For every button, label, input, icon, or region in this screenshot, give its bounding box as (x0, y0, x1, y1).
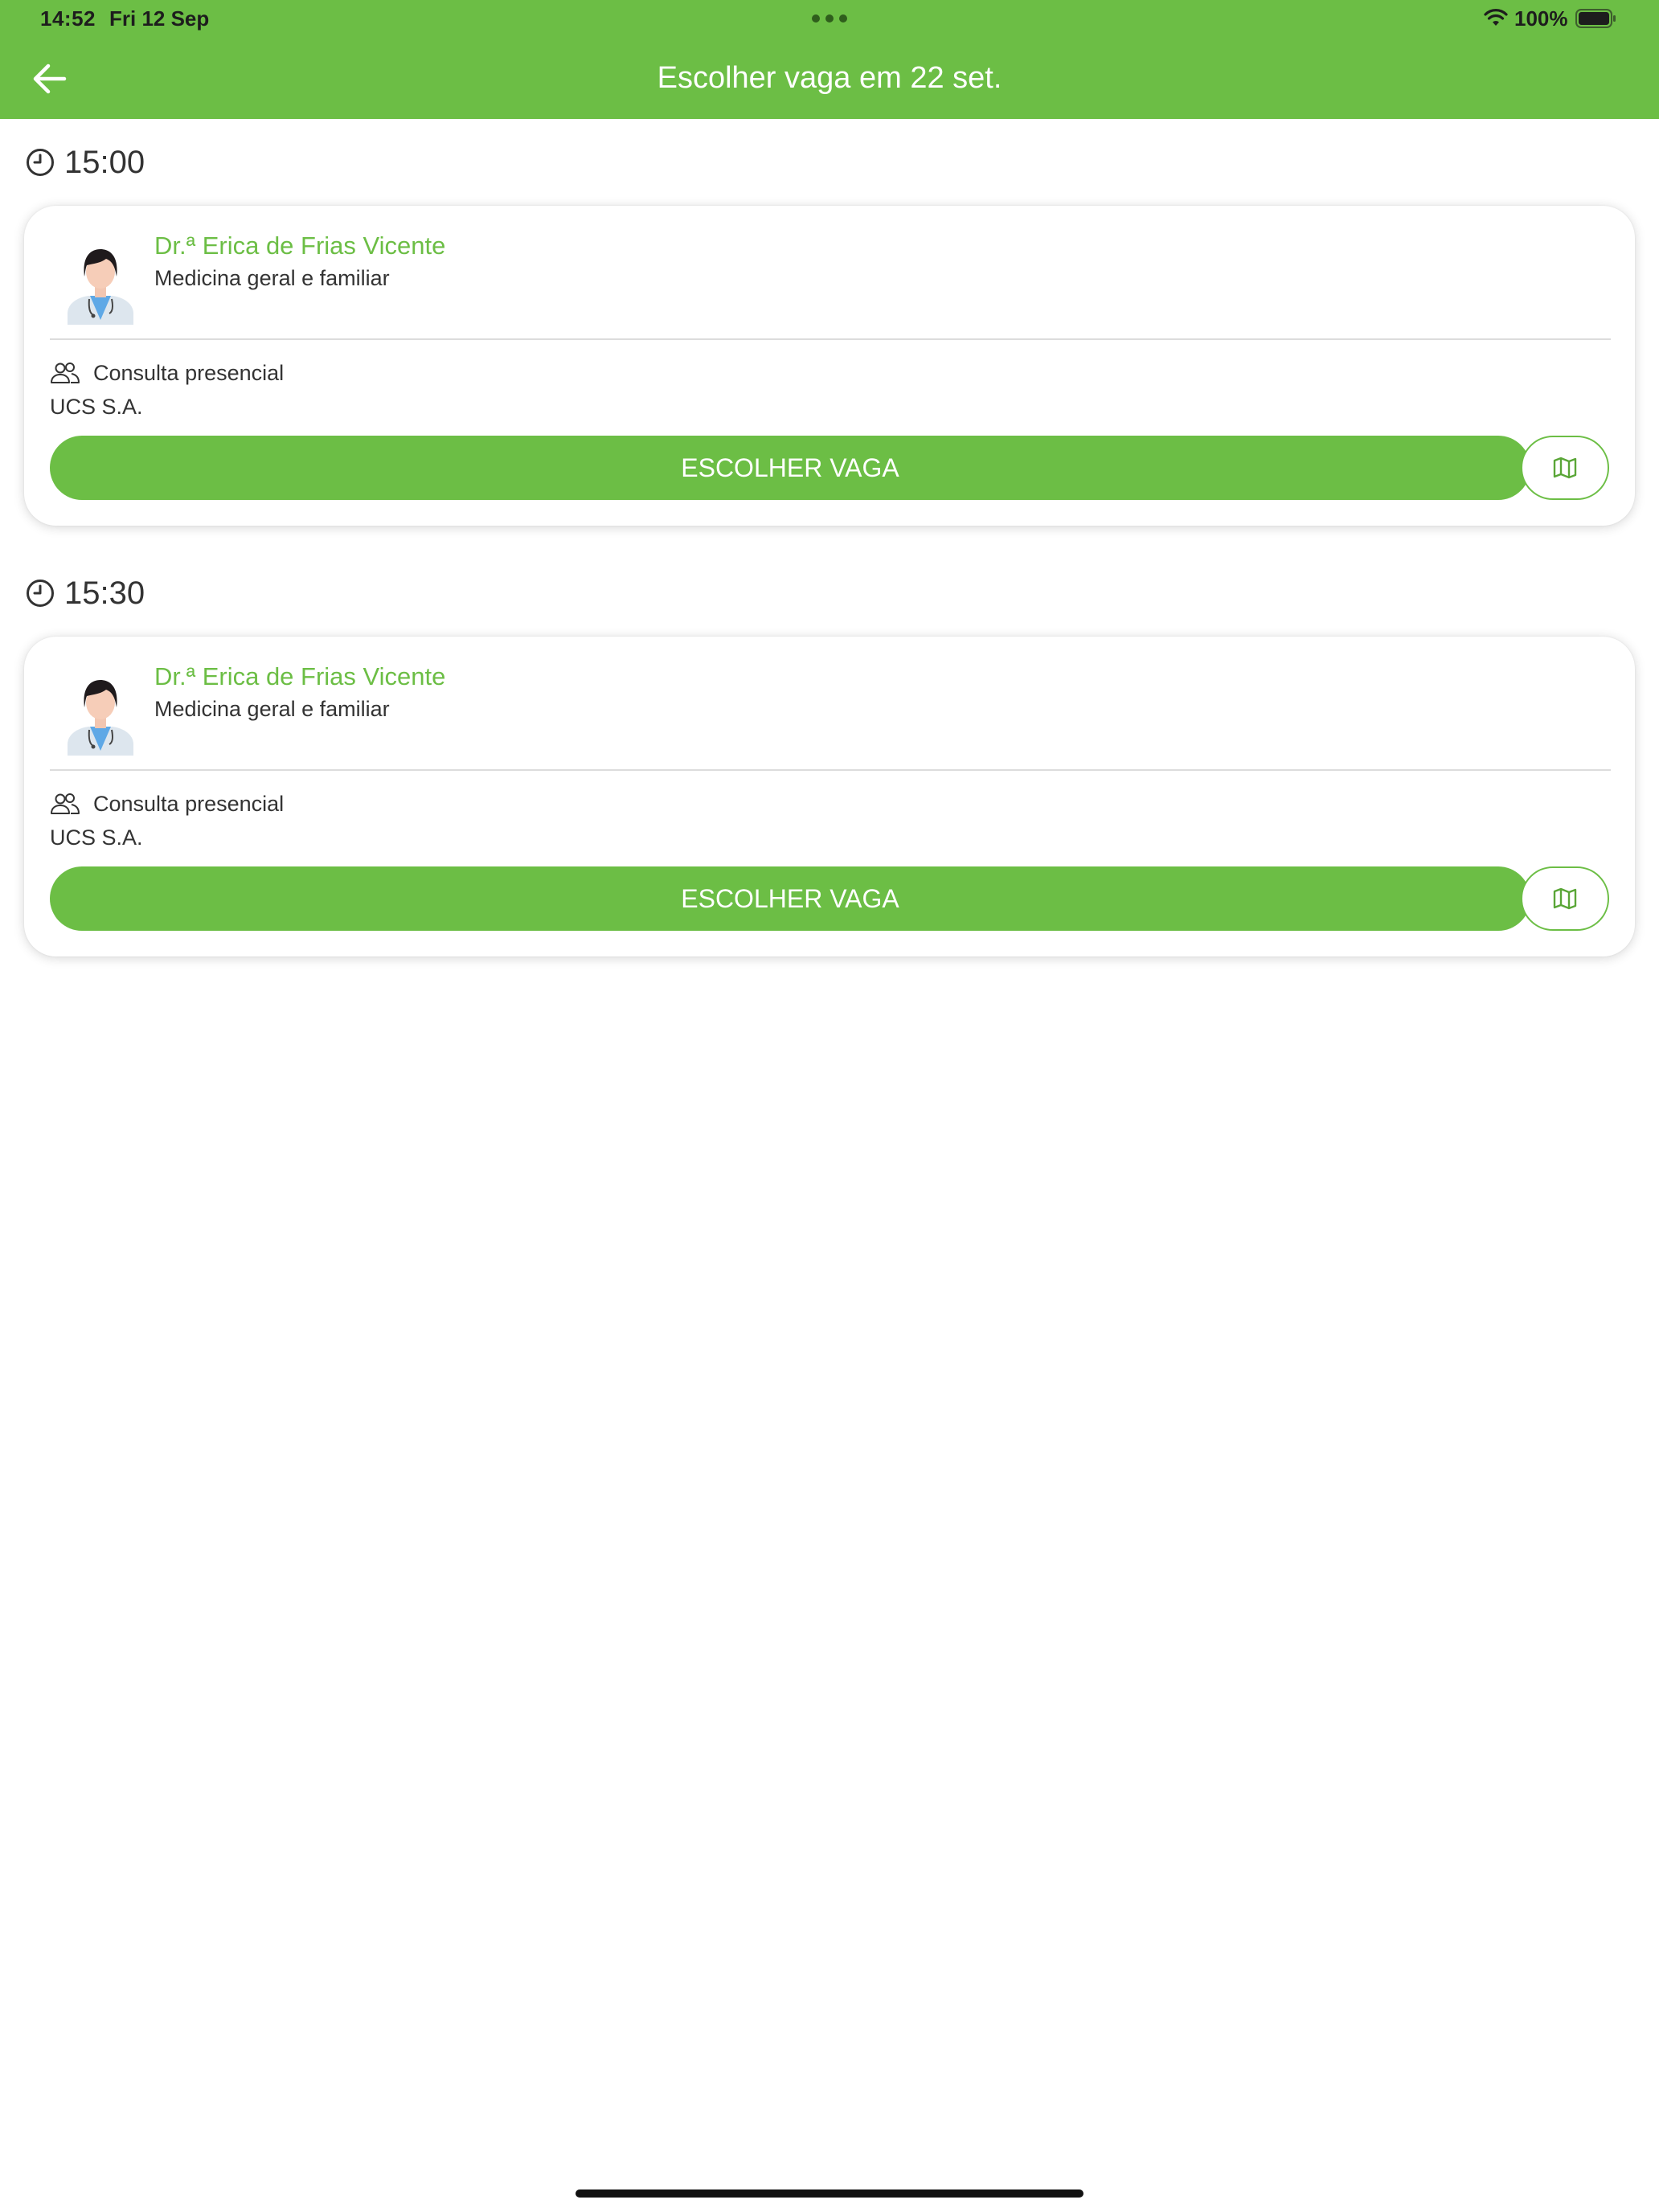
app-header: 14:52 Fri 12 Sep 100% Escolher vaga em 2… (0, 0, 1659, 119)
provider-name: UCS S.A. (50, 825, 143, 850)
map-button[interactable] (1521, 866, 1609, 931)
specialty: Medicina geral e familiar (154, 697, 390, 721)
consultation-type: Consulta presencial (93, 360, 285, 385)
status-date: Fri 12 Sep (109, 6, 210, 31)
map-icon (1553, 887, 1577, 910)
page-title: Escolher vaga em 22 set. (657, 61, 1002, 95)
battery-percentage: 100% (1514, 6, 1568, 31)
people-icon (51, 793, 80, 814)
status-time: 14:52 (40, 6, 96, 31)
slot-card: Dr.ª Erica de Frias Vicente Medicina ger… (24, 206, 1635, 526)
wifi-icon (1484, 9, 1508, 26)
people-icon (51, 363, 80, 383)
consultation-type: Consulta presencial (93, 791, 285, 816)
divider (50, 769, 1611, 771)
doctor-avatar-icon (68, 249, 133, 325)
map-icon (1553, 457, 1577, 479)
clock-icon (27, 149, 54, 176)
slot-time-label: 15:00 (64, 144, 145, 180)
consultation-type-row: Consulta presencial (50, 357, 284, 389)
doctor-avatar-icon (68, 680, 133, 756)
slot-card: Dr.ª Erica de Frias Vicente Medicina ger… (24, 637, 1635, 956)
slot-time-header: 15:30 (26, 571, 145, 616)
slot-time-header: 15:00 (26, 140, 145, 185)
map-button[interactable] (1521, 436, 1609, 500)
choose-slot-button[interactable]: ESCOLHER VAGA (50, 866, 1530, 931)
clock-icon (27, 580, 54, 607)
slot-time-label: 15:30 (64, 575, 145, 611)
doctor-name: Dr.ª Erica de Frias Vicente (154, 662, 446, 690)
multitask-dots-icon[interactable] (812, 14, 847, 23)
provider-name: UCS S.A. (50, 395, 143, 419)
home-indicator[interactable] (576, 2189, 1083, 2198)
specialty: Medicina geral e familiar (154, 266, 390, 290)
doctor-name: Dr.ª Erica de Frias Vicente (154, 231, 446, 260)
choose-slot-button[interactable]: ESCOLHER VAGA (50, 436, 1530, 500)
consultation-type-row: Consulta presencial (50, 788, 284, 820)
divider (50, 338, 1611, 340)
battery-icon (1575, 9, 1616, 28)
